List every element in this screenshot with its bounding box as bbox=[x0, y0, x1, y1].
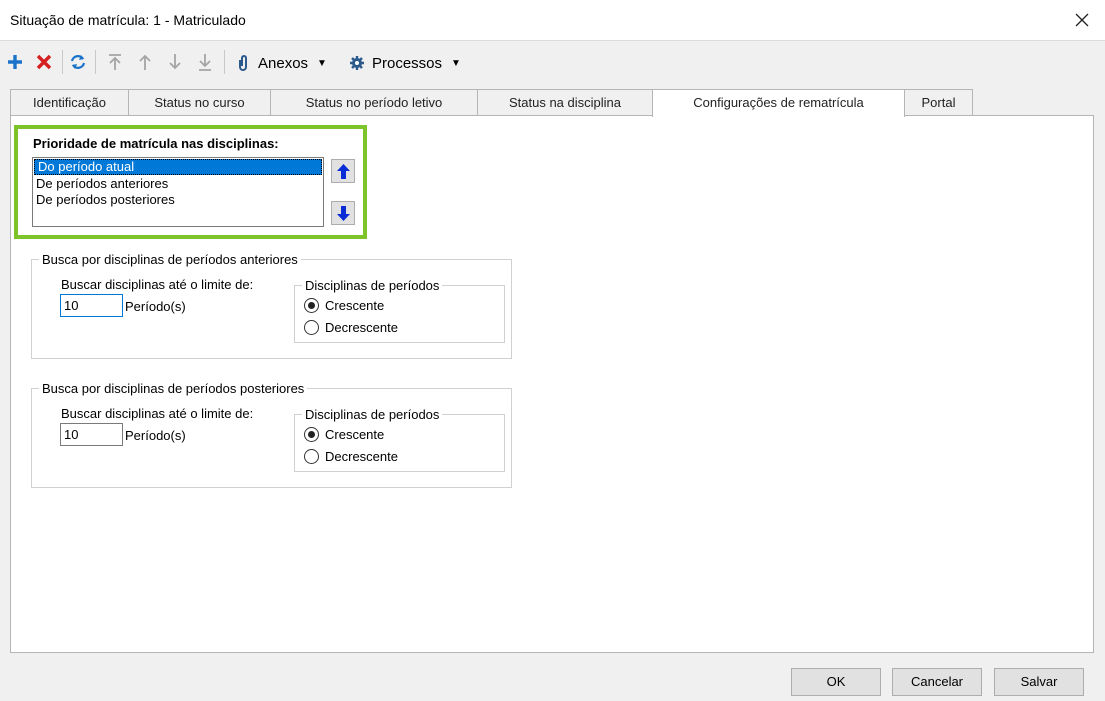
limit-unit-label: Período(s) bbox=[125, 299, 186, 314]
add-button[interactable] bbox=[4, 51, 26, 73]
radio-decrescente[interactable]: Decrescente bbox=[304, 320, 398, 335]
previous-periods-group: Busca por disciplinas de períodos anteri… bbox=[31, 252, 512, 359]
tab-status-no-curso[interactable]: Status no curso bbox=[128, 89, 271, 116]
radio-decrescente[interactable]: Decrescente bbox=[304, 449, 398, 464]
processos-label: Processos bbox=[372, 54, 443, 72]
arrow-down-icon bbox=[169, 54, 181, 70]
tab-portal[interactable]: Portal bbox=[904, 89, 973, 116]
title-bar: Situação de matrícula: 1 - Matriculado bbox=[0, 0, 1105, 41]
radio-crescente[interactable]: Crescente bbox=[304, 298, 384, 313]
close-icon bbox=[1075, 13, 1089, 27]
close-button[interactable] bbox=[1067, 4, 1097, 36]
arrow-down-icon bbox=[337, 206, 350, 221]
order-group: Disciplinas de períodos Crescente Decres… bbox=[294, 278, 505, 343]
radio-button[interactable] bbox=[304, 427, 319, 442]
order-legend: Disciplinas de períodos bbox=[302, 407, 443, 422]
tab-status-na-disciplina[interactable]: Status na disciplina bbox=[477, 89, 653, 116]
paperclip-icon bbox=[239, 55, 247, 71]
radio-label: Crescente bbox=[325, 298, 385, 313]
radio-button[interactable] bbox=[304, 298, 319, 313]
limit-label: Buscar disciplinas até o limite de: bbox=[61, 277, 254, 292]
toolbar-separator bbox=[62, 50, 63, 74]
order-legend: Disciplinas de períodos bbox=[302, 278, 443, 293]
arrow-up-icon bbox=[337, 164, 350, 179]
move-top-button[interactable] bbox=[104, 51, 126, 73]
list-item[interactable]: Do período atual bbox=[34, 159, 322, 175]
priority-listbox[interactable]: Do período atual De períodos anteriores … bbox=[32, 157, 324, 227]
cancel-button[interactable]: Cancelar bbox=[892, 668, 982, 696]
radio-label: Decrescente bbox=[325, 449, 398, 464]
move-bottom-button[interactable] bbox=[194, 51, 216, 73]
toolbar: Anexos ▼ Processos ▼ bbox=[0, 42, 1105, 82]
previous-limit-input[interactable]: 10 bbox=[60, 294, 123, 317]
dialog-window: Situação de matrícula: 1 - Matriculado A… bbox=[0, 0, 1105, 701]
delete-x-icon bbox=[36, 54, 52, 70]
radio-button[interactable] bbox=[304, 449, 319, 464]
window-title: Situação de matrícula: 1 - Matriculado bbox=[10, 12, 246, 28]
toolbar-separator bbox=[224, 50, 225, 74]
move-up-button[interactable] bbox=[134, 51, 156, 73]
delete-button[interactable] bbox=[33, 51, 55, 73]
gear-icon bbox=[350, 56, 364, 70]
ok-button[interactable]: OK bbox=[791, 668, 881, 696]
anexos-menu-button[interactable]: Anexos ▼ bbox=[236, 52, 327, 74]
group-legend: Busca por disciplinas de períodos anteri… bbox=[39, 252, 301, 267]
anexos-label: Anexos bbox=[258, 54, 309, 72]
tab-identificacao[interactable]: Identificação bbox=[10, 89, 129, 116]
radio-label: Decrescente bbox=[325, 320, 398, 335]
limit-label: Buscar disciplinas até o limite de: bbox=[61, 406, 254, 421]
radio-crescente[interactable]: Crescente bbox=[304, 427, 384, 442]
arrow-top-icon bbox=[109, 54, 121, 70]
list-item[interactable]: De períodos anteriores bbox=[33, 176, 323, 192]
chevron-down-icon: ▼ bbox=[451, 57, 461, 69]
priority-move-down-button[interactable] bbox=[331, 201, 355, 225]
refresh-icon bbox=[70, 55, 86, 69]
later-limit-input[interactable]: 10 bbox=[60, 423, 123, 446]
plus-icon bbox=[8, 55, 22, 69]
toolbar-separator bbox=[95, 50, 96, 74]
arrow-up-icon bbox=[139, 54, 151, 70]
save-button[interactable]: Salvar bbox=[994, 668, 1084, 696]
tab-status-no-periodo-letivo[interactable]: Status no período letivo bbox=[270, 89, 478, 116]
chevron-down-icon: ▼ bbox=[317, 57, 327, 69]
group-legend: Busca por disciplinas de períodos poster… bbox=[39, 381, 308, 396]
tab-configuracoes-de-rematricula[interactable]: Configurações de rematrícula bbox=[652, 89, 905, 117]
move-down-button[interactable] bbox=[164, 51, 186, 73]
order-group: Disciplinas de períodos Crescente Decres… bbox=[294, 407, 505, 472]
limit-unit-label: Período(s) bbox=[125, 428, 186, 443]
radio-label: Crescente bbox=[325, 427, 385, 442]
priority-section: Prioridade de matrícula nas disciplinas:… bbox=[14, 125, 367, 239]
processos-menu-button[interactable]: Processos ▼ bbox=[349, 52, 461, 74]
radio-button[interactable] bbox=[304, 320, 319, 335]
list-item[interactable]: De períodos posteriores bbox=[33, 192, 323, 208]
refresh-button[interactable] bbox=[67, 51, 89, 73]
priority-move-up-button[interactable] bbox=[331, 159, 355, 183]
arrow-bottom-icon bbox=[199, 54, 211, 71]
later-periods-group: Busca por disciplinas de períodos poster… bbox=[31, 381, 512, 488]
priority-label: Prioridade de matrícula nas disciplinas: bbox=[33, 136, 279, 151]
